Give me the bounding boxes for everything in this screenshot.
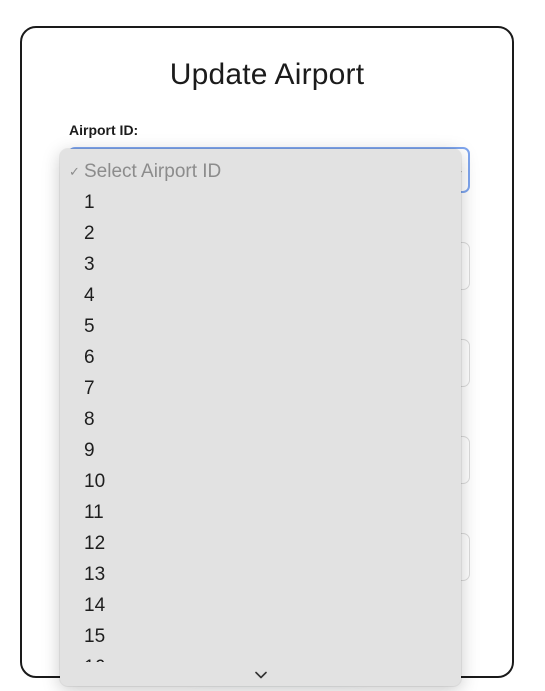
checkmark-icon: ✓ bbox=[69, 164, 80, 179]
option-item[interactable]: 15 bbox=[60, 621, 461, 652]
option-item[interactable]: 7 bbox=[60, 373, 461, 404]
dropdown-options-list: ✓ Select Airport ID 1 2 3 4 5 6 7 8 9 10 11 12 13 14 1… bbox=[60, 156, 461, 662]
option-item[interactable]: 11 bbox=[60, 497, 461, 528]
option-item[interactable]: 16 bbox=[60, 652, 461, 662]
option-item[interactable]: 1 bbox=[60, 187, 461, 218]
option-item[interactable]: 10 bbox=[60, 466, 461, 497]
option-placeholder[interactable]: ✓ Select Airport ID bbox=[60, 156, 461, 187]
option-item[interactable]: 12 bbox=[60, 528, 461, 559]
option-item[interactable]: 2 bbox=[60, 218, 461, 249]
airport-id-label: Airport ID: bbox=[69, 122, 139, 138]
option-item[interactable]: 9 bbox=[60, 435, 461, 466]
option-item[interactable]: 8 bbox=[60, 404, 461, 435]
scroll-down-indicator[interactable] bbox=[60, 664, 461, 684]
option-item[interactable]: 4 bbox=[60, 280, 461, 311]
page: Update Airport Airport ID: ⌄ ✓ Select Ai… bbox=[0, 0, 545, 691]
chevron-down-icon bbox=[254, 671, 267, 679]
option-item[interactable]: 3 bbox=[60, 249, 461, 280]
option-item[interactable]: 14 bbox=[60, 590, 461, 621]
option-item[interactable]: 13 bbox=[60, 559, 461, 590]
option-placeholder-label: Select Airport ID bbox=[84, 161, 222, 182]
page-title: Update Airport bbox=[169, 58, 365, 91]
option-item[interactable]: 5 bbox=[60, 311, 461, 342]
option-item[interactable]: 6 bbox=[60, 342, 461, 373]
airport-id-dropdown[interactable]: ✓ Select Airport ID 1 2 3 4 5 6 7 8 9 10 11 12 13 14 1… bbox=[60, 149, 461, 686]
